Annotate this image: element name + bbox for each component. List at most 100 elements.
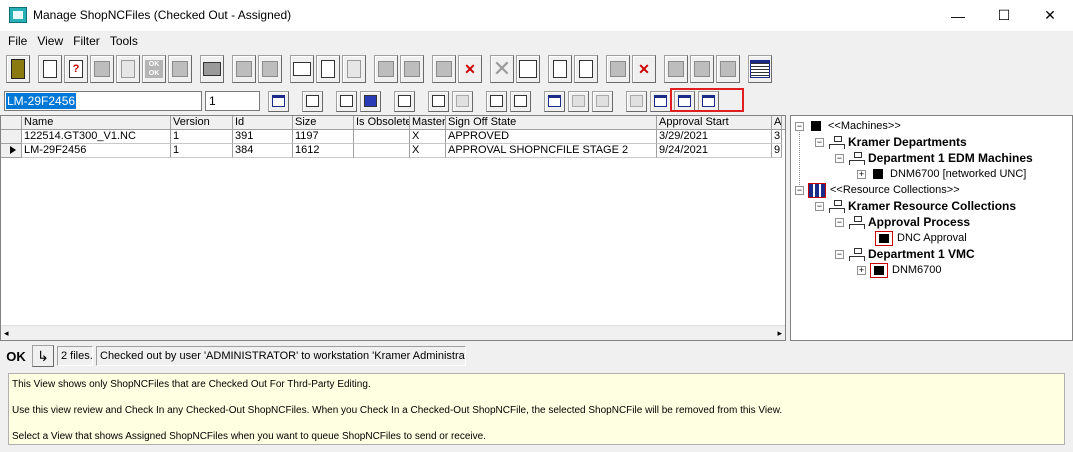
add-file-button[interactable] <box>316 55 340 83</box>
collapse-icon[interactable]: − <box>815 201 824 211</box>
check-button[interactable] <box>626 90 647 112</box>
col-sign-off-state[interactable]: Sign Off State <box>446 116 657 129</box>
cascade-button[interactable] <box>568 90 589 112</box>
move-button[interactable] <box>716 55 740 83</box>
col-version[interactable]: Version <box>171 116 233 129</box>
horizontal-scrollbar[interactable]: ◂ ▸ <box>1 325 785 340</box>
menu-file[interactable]: File <box>0 32 32 50</box>
return-arrow-button[interactable]: ↳ <box>32 345 54 367</box>
delete-export-button[interactable]: ✕ <box>458 55 482 83</box>
check-in-button[interactable] <box>650 90 671 112</box>
send-button[interactable] <box>374 55 398 83</box>
blue-view-button[interactable] <box>360 90 381 112</box>
minimize-button[interactable]: — <box>935 0 981 31</box>
detail-button[interactable] <box>336 90 357 112</box>
new-button[interactable] <box>38 55 62 83</box>
tree-view-button[interactable] <box>302 90 323 112</box>
export-button[interactable] <box>432 55 456 83</box>
tree-node-dnm6700[interactable]: + DNM6700 <box>857 262 942 278</box>
col-is-obsolete[interactable]: Is Obsolete <box>354 116 410 129</box>
close-button[interactable]: ✕ <box>1027 0 1073 31</box>
collapse-icon[interactable]: − <box>835 217 844 227</box>
connect-all-icon <box>514 95 527 107</box>
exit-button[interactable] <box>6 55 30 83</box>
resource-collection-icon <box>808 182 826 198</box>
col-a[interactable]: A <box>772 116 782 129</box>
disk-button[interactable] <box>168 55 192 83</box>
col-size[interactable]: Size <box>293 116 354 129</box>
expand-icon[interactable]: + <box>857 265 866 275</box>
mail-button[interactable] <box>290 55 314 83</box>
disapprove-button[interactable] <box>516 55 540 83</box>
expand-icon[interactable]: + <box>857 169 866 179</box>
menu-view[interactable]: View <box>32 32 68 50</box>
version-input[interactable]: 1 <box>205 91 260 111</box>
collapse-icon[interactable]: − <box>835 249 844 259</box>
cascade-delete-button[interactable] <box>592 90 613 112</box>
print-button[interactable] <box>200 55 224 83</box>
printer-icon <box>203 62 221 76</box>
maximize-button[interactable]: ☐ <box>981 0 1027 31</box>
open-button[interactable] <box>90 55 114 83</box>
shopncfile-name-input[interactable]: LM-29F2456 <box>4 91 202 111</box>
collapse-icon[interactable]: − <box>795 185 804 195</box>
menu-tools[interactable]: Tools <box>105 32 143 50</box>
col-master[interactable]: Master <box>410 116 446 129</box>
table-row-current[interactable]: LM-29F2456 1 384 1612 X APPROVAL SHOPNCF… <box>1 144 785 158</box>
machine-button[interactable] <box>428 90 449 112</box>
highlighted-button-group <box>670 88 744 112</box>
folder-button[interactable] <box>400 55 424 83</box>
help-button[interactable]: ? <box>64 55 88 83</box>
row-header[interactable] <box>1 130 22 144</box>
scroll-left-icon[interactable]: ◂ <box>4 328 9 339</box>
download-button[interactable] <box>258 55 282 83</box>
tree-node-resource-collections[interactable]: − <<Resource Collections>> <box>795 182 960 198</box>
list-view-button[interactable] <box>268 90 289 112</box>
tree-node-dept1-vmc[interactable]: − Department 1 VMC <box>835 246 975 262</box>
tree-node-dnm6700-unc[interactable]: + DNM6700 [networked UNC] <box>857 166 1026 182</box>
collapse-icon[interactable]: − <box>835 153 844 163</box>
tree-node-kramer-resource-collections[interactable]: − Kramer Resource Collections <box>815 198 1016 214</box>
tree-node-approval-process[interactable]: − Approval Process <box>835 214 970 230</box>
scroll-right-icon[interactable]: ▸ <box>777 328 782 339</box>
menu-filter[interactable]: Filter <box>68 32 105 50</box>
current-row-indicator[interactable] <box>1 144 22 158</box>
tree-node-dnc-approval[interactable]: DNC Approval <box>875 230 967 246</box>
window-controls: — ☐ ✕ <box>935 0 1073 31</box>
duplicate-button[interactable] <box>342 55 366 83</box>
tree-node-kramer-departments[interactable]: − Kramer Departments <box>815 134 967 150</box>
table-row[interactable]: 122514.GT300_V1.NC 1 391 1197 X APPROVED… <box>1 130 785 144</box>
grid-view-button[interactable] <box>748 55 772 83</box>
tree-label: Kramer Resource Collections <box>848 199 1017 213</box>
copy-to-button[interactable] <box>664 55 688 83</box>
col-name[interactable]: Name <box>22 116 171 129</box>
multi-copy-button[interactable] <box>690 55 714 83</box>
move-icon <box>720 61 736 77</box>
new-document-icon <box>43 60 57 78</box>
pages-button[interactable] <box>574 55 598 83</box>
cancel-button[interactable]: ✕ <box>490 55 514 83</box>
collapse-icon[interactable]: − <box>795 121 804 131</box>
tree-label: Approval Process <box>868 215 971 229</box>
col-approval-start[interactable]: Approval Start <box>657 116 772 129</box>
compare-button[interactable] <box>606 55 630 83</box>
tree-node-dept1-edm[interactable]: − Department 1 EDM Machines <box>835 150 1033 166</box>
blue-window-icon <box>364 95 377 107</box>
cell-version: 1 <box>171 130 233 144</box>
ok-button[interactable]: OK OK <box>142 55 166 83</box>
upload-button[interactable] <box>232 55 256 83</box>
cascade-delete-icon <box>596 95 609 107</box>
tree-node-machines[interactable]: − <<Machines>> <box>795 118 901 134</box>
copy-button[interactable] <box>116 55 140 83</box>
connect-all-button[interactable] <box>510 90 531 112</box>
title-bar: Manage ShopNCFiles (Checked Out - Assign… <box>0 0 1073 31</box>
window-button[interactable] <box>544 90 565 112</box>
machine-gray-button[interactable] <box>452 90 473 112</box>
ok-button[interactable]: OK <box>2 345 30 367</box>
blank-page-button[interactable] <box>548 55 572 83</box>
properties-button[interactable] <box>394 90 415 112</box>
collapse-icon[interactable]: − <box>815 137 824 147</box>
col-id[interactable]: Id <box>233 116 293 129</box>
remove-compare-button[interactable]: ✕ <box>632 55 656 83</box>
connect-button[interactable] <box>486 90 507 112</box>
